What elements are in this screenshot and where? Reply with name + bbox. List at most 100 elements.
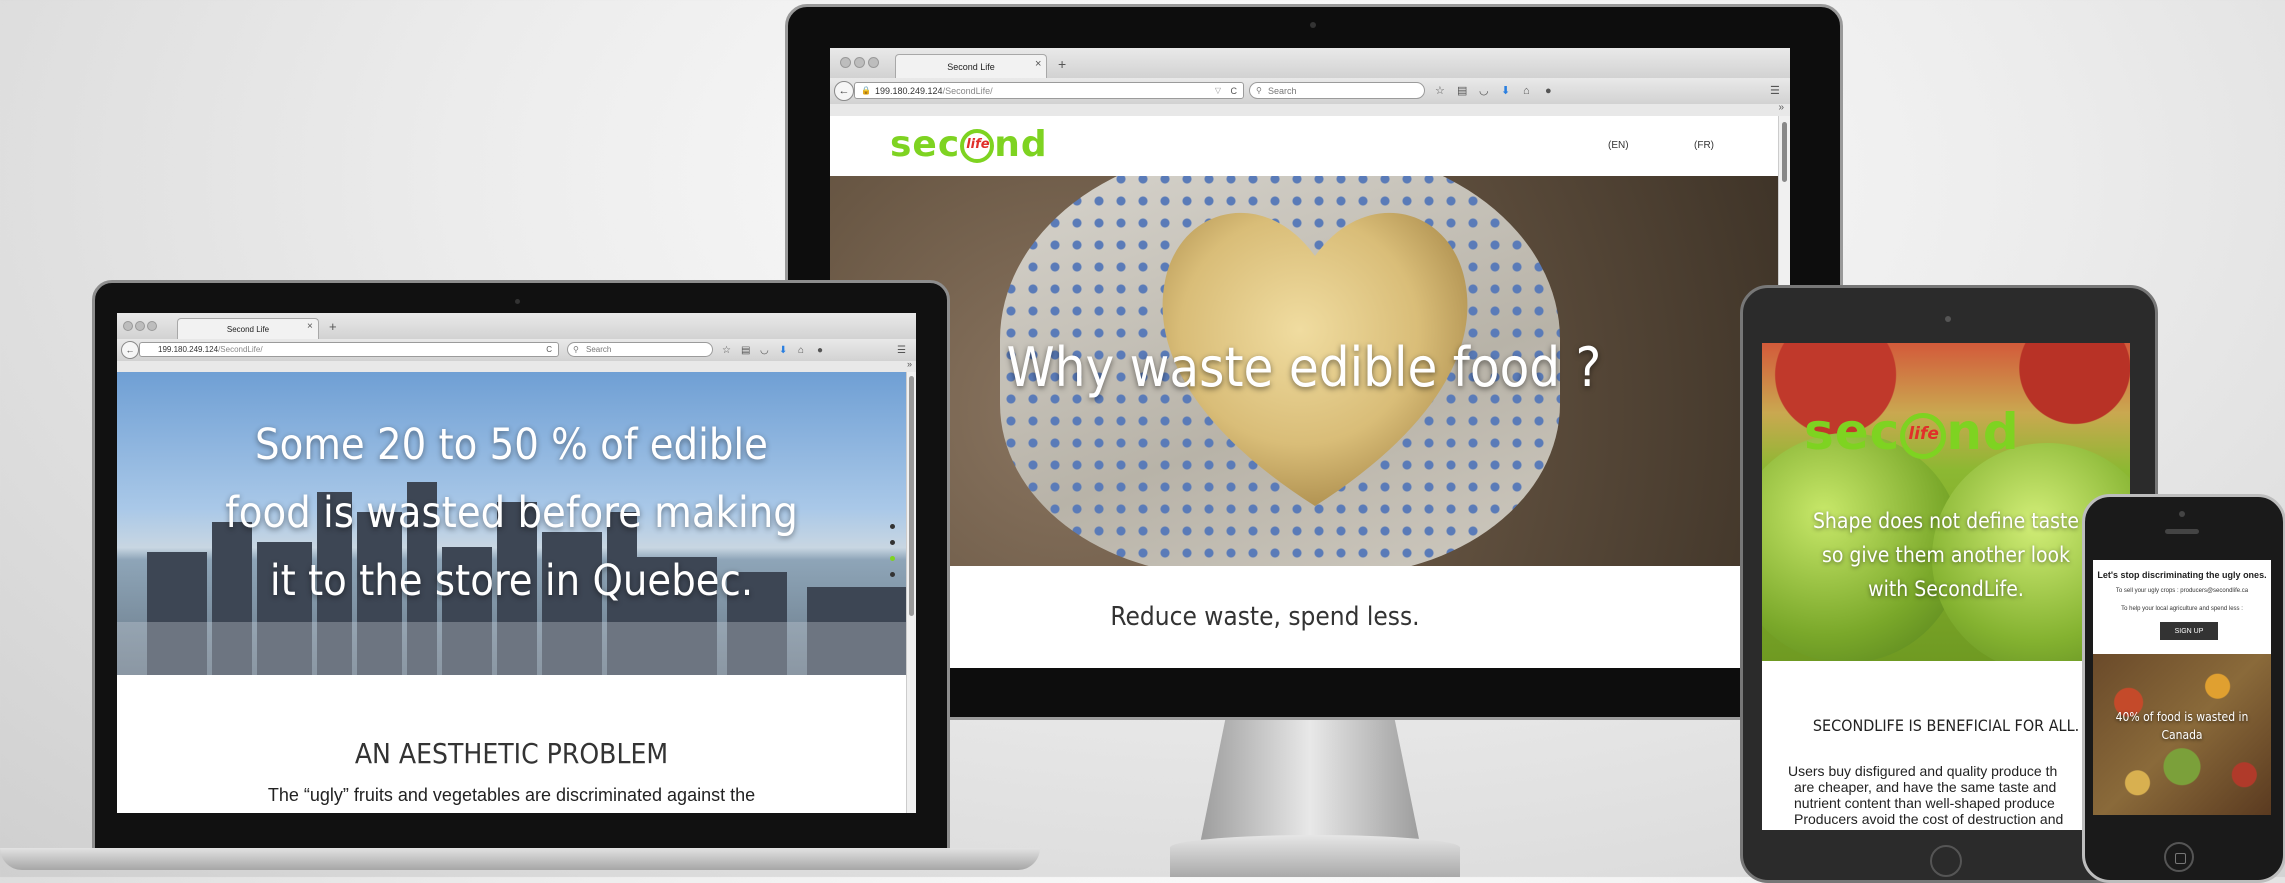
phone-heading: Let's stop discriminating the ugly ones. [2097, 570, 2267, 580]
pocket-icon[interactable]: ◡ [1479, 86, 1489, 97]
laptop-section: AN AESTHETIC PROBLEM The “ugly” fruits a… [117, 675, 906, 813]
laptop-section-text: The “ugly” fruits and vegetables are dis… [267, 785, 756, 805]
logo-text-sec: sec [890, 124, 961, 165]
laptop-back-button[interactable]: ← [121, 341, 139, 359]
laptop-search-icon: ⚲ [573, 345, 579, 354]
home-square-icon [2175, 853, 2186, 864]
slide-dot-3[interactable] [890, 556, 895, 561]
laptop-tab-title: Second Life [226, 325, 270, 334]
tablet-hero-line3: with SecondLife. [1868, 577, 2024, 601]
tablet-section-title: SECONDLIFE IS BENEFICIAL FOR ALL. [1812, 716, 2080, 735]
hero-title: Why waste edible food ? [1006, 336, 1602, 399]
laptop-bookmarks-overflow-icon[interactable]: » [907, 359, 912, 369]
search-placeholder: Search [1268, 85, 1297, 96]
url-dropdown-icon[interactable]: ▽ [1215, 86, 1221, 95]
lock-icon: 🔒 [861, 86, 871, 95]
laptop-bookmarks-bar: » [117, 359, 916, 372]
phone-screen: Let's stop discriminating the ugly ones.… [2093, 560, 2271, 815]
downloads-icon[interactable]: ⬇ [1501, 86, 1510, 97]
laptop-nav-bar: ← 199.180.249.124/SecondLife/ C ⚲ Search… [117, 339, 916, 362]
laptop-hero-image: Some 20 to 50 % of edible food is wasted… [117, 372, 906, 675]
bookmarks-bar: » [830, 102, 1790, 116]
logo-text-life: life [966, 137, 990, 152]
laptop-reload-icon[interactable]: C [546, 345, 552, 354]
tablet-logo[interactable]: sec life nd [1804, 403, 2020, 461]
tablet-text-line1: Users buy disfigured and quality produce… [1788, 763, 2058, 779]
imac-stand [1200, 714, 1420, 844]
slide-dot-2[interactable] [890, 540, 895, 545]
laptop-window-close-button[interactable] [123, 321, 133, 331]
laptop-hero-line2: food is wasted before making [225, 488, 798, 538]
nav-bar: ← 🔒 199.180.249.124/SecondLife/ ▽ C ⚲ Se… [830, 78, 1790, 105]
laptop-url-path: /SecondLife/ [218, 345, 263, 354]
lang-fr-link[interactable]: (FR) [1694, 140, 1714, 151]
laptop-bookmark-star-icon[interactable]: ☆ [722, 345, 731, 356]
url-path: /SecondLife/ [942, 85, 993, 96]
reload-icon[interactable]: C [1231, 86, 1238, 96]
laptop-search-input[interactable]: ⚲ Search [567, 342, 713, 357]
tab-title: Second Life [947, 62, 995, 72]
tablet-logo-sec: sec [1804, 403, 1901, 461]
phone-producers-line: To sell your ugly crops : producers@seco… [2115, 588, 2249, 594]
menu-icon[interactable]: ☰ [1770, 86, 1780, 97]
laptop-url-bar[interactable]: 199.180.249.124/SecondLife/ C [139, 342, 559, 357]
laptop-browser-window: Second Life × + ← 199.180.249.124/Second… [117, 313, 916, 813]
laptop-scrollbar-thumb[interactable] [909, 376, 914, 616]
page-header: sec life nd (EN) (FR) [830, 116, 1780, 176]
tablet-logo-nd: nd [1946, 403, 2020, 461]
laptop-new-tab-button[interactable]: + [329, 319, 337, 334]
tablet-screen: sec life nd Shape does not define taste so… [1762, 343, 2130, 830]
window-close-button[interactable] [840, 57, 851, 68]
phone-home-button[interactable] [2164, 842, 2194, 872]
back-button[interactable]: ← [834, 81, 854, 101]
phone-signup-button[interactable]: SIGN UP [2160, 622, 2218, 640]
laptop-hero-line1: Some 20 to 50 % of edible [255, 420, 768, 470]
tablet-camera [1945, 316, 1951, 322]
phone-help-line: To help your local agriculture and spend… [2121, 606, 2243, 612]
new-tab-button[interactable]: + [1058, 56, 1066, 72]
bookmark-star-icon[interactable]: ☆ [1435, 86, 1445, 97]
tablet-text-line3: nutrient content than well-shaped produc… [1794, 795, 2055, 811]
laptop-pocket-icon[interactable]: ◡ [760, 345, 769, 356]
home-icon[interactable]: ⌂ [1523, 86, 1530, 97]
hero-image: Why waste edible food ? [830, 176, 1778, 566]
laptop-hero-line3: it to the store in Quebec. [269, 556, 754, 606]
imac-stand-base [1170, 835, 1460, 877]
search-input[interactable]: ⚲ Search [1249, 82, 1425, 99]
laptop-camera [515, 299, 520, 304]
tablet-home-button[interactable] [1930, 845, 1962, 877]
close-tab-icon[interactable]: × [1035, 58, 1041, 70]
phone-speaker [2165, 529, 2199, 534]
tab-second-life[interactable]: Second Life [895, 54, 1047, 79]
window-zoom-button[interactable] [868, 57, 879, 68]
laptop-tab-second-life[interactable]: Second Life [177, 318, 319, 340]
laptop-menu-icon[interactable]: ☰ [897, 345, 906, 356]
phone-camera [2179, 511, 2185, 517]
tagline-section: Reduce waste, spend less. [830, 566, 1778, 668]
tablet-hero-line1: Shape does not define taste [1812, 509, 2080, 533]
phone-hero-line1: 40% of food is wasted in [2115, 710, 2249, 724]
window-minimize-button[interactable] [854, 57, 865, 68]
laptop-home-icon[interactable]: ⌂ [798, 345, 804, 356]
laptop-section-title: AN AESTHETIC PROBLEM [354, 737, 669, 770]
secondlife-logo[interactable]: sec life nd [890, 124, 1048, 165]
laptop-tab-bar: Second Life × + [117, 313, 916, 340]
laptop-window-minimize-button[interactable] [135, 321, 145, 331]
lang-en-link[interactable]: (EN) [1608, 140, 1629, 151]
bookmarks-overflow-icon[interactable]: » [1778, 102, 1784, 113]
laptop-scrollbar[interactable] [906, 372, 916, 813]
scrollbar-thumb[interactable] [1782, 122, 1787, 182]
slide-dot-4[interactable] [890, 572, 895, 577]
laptop-bookmarks-menu-icon[interactable]: ▤ [741, 345, 750, 356]
laptop-close-tab-icon[interactable]: × [307, 321, 313, 332]
tab-bar: Second Life × + [830, 48, 1790, 79]
url-bar[interactable]: 🔒 199.180.249.124/SecondLife/ ▽ C [854, 82, 1244, 99]
logo-o-icon: life [960, 129, 995, 163]
laptop-downloads-icon[interactable]: ⬇ [779, 345, 787, 356]
chat-icon[interactable]: ● [1545, 86, 1552, 97]
bookmarks-menu-icon[interactable]: ▤ [1457, 86, 1467, 97]
laptop-chat-icon[interactable]: ● [817, 345, 823, 356]
slide-dot-1[interactable] [890, 524, 895, 529]
tablet-hero-image: sec life nd Shape does not define taste so… [1762, 343, 2130, 661]
laptop-window-zoom-button[interactable] [147, 321, 157, 331]
